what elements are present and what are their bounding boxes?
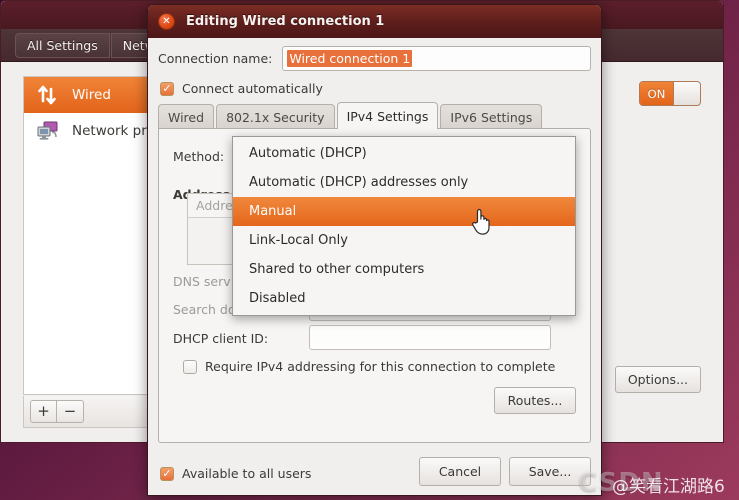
device-label: Network pro [72,123,155,139]
dialog-title: Editing Wired connection 1 [186,14,385,29]
wired-power-toggle[interactable]: ON [639,81,701,106]
toggle-state-label: ON [640,82,673,105]
checkmark-icon: ✓ [160,466,174,481]
tab-wired[interactable]: Wired [158,104,215,129]
routes-button[interactable]: Routes... [494,387,576,414]
options-button[interactable]: Options... [614,366,701,393]
dhcp-client-id-input[interactable] [309,325,551,350]
tab-ipv6-settings[interactable]: IPv6 Settings [440,104,543,129]
dropdown-option-shared-to-other-computers[interactable]: Shared to other computers [233,255,575,284]
wired-arrows-icon [36,84,60,106]
settings-tabs: Wired 802.1x Security IPv4 Settings IPv6… [158,102,591,129]
dns-servers-label: DNS serv [173,274,231,289]
dialog-body: Connection name: Wired connection 1 ✓ Co… [148,38,601,495]
add-connection-button[interactable]: + [30,400,57,423]
remove-connection-button[interactable]: − [57,400,84,423]
screen: All Settings Netw Wired Network pro + − … [0,0,739,500]
connect-automatically-checkbox[interactable]: ✓ Connect automatically [160,81,323,96]
method-dropdown-menu: Automatic (DHCP) Automatic (DHCP) addres… [232,136,576,316]
dropdown-option-automatic-dhcp[interactable]: Automatic (DHCP) [233,139,575,168]
dropdown-option-link-local-only[interactable]: Link-Local Only [233,226,575,255]
dropdown-option-automatic-dhcp-addresses-only[interactable]: Automatic (DHCP) addresses only [233,168,575,197]
connection-name-row: Connection name: Wired connection 1 [158,46,591,71]
require-ipv4-checkbox[interactable]: ✓ Require IPv4 addressing for this conne… [183,359,555,374]
username-watermark: @笑看江湖路6 [612,477,725,497]
dropdown-option-manual[interactable]: Manual [233,197,575,226]
available-to-all-users-checkbox[interactable]: ✓ Available to all users [160,466,311,481]
available-to-all-users-label: Available to all users [182,466,312,481]
connection-name-input[interactable]: Wired connection 1 [282,46,591,71]
connection-name-label: Connection name: [158,51,273,66]
close-icon[interactable]: ✕ [158,13,175,30]
toggle-knob [673,82,700,105]
empty-checkbox-icon: ✓ [183,359,197,374]
dialog-footer-buttons: Cancel Save... [419,457,591,486]
connect-automatically-label: Connect automatically [182,81,323,96]
method-label: Method: [173,149,225,164]
connection-name-value: Wired connection 1 [287,50,413,67]
checkmark-icon: ✓ [160,81,174,96]
network-proxy-icon [36,120,60,142]
require-ipv4-label: Require IPv4 addressing for this connect… [205,359,556,374]
tab-ipv4-settings[interactable]: IPv4 Settings [336,102,439,129]
dialog-titlebar: ✕ Editing Wired connection 1 [148,5,601,38]
tab-802-1x-security[interactable]: 802.1x Security [216,104,335,129]
cancel-button[interactable]: Cancel [419,457,501,486]
dropdown-option-disabled[interactable]: Disabled [233,284,575,313]
device-label: Wired [72,87,111,103]
all-settings-button[interactable]: All Settings [15,32,110,58]
dhcp-client-id-label: DHCP client ID: [173,331,269,346]
editing-connection-dialog: ✕ Editing Wired connection 1 Connection … [147,4,602,496]
